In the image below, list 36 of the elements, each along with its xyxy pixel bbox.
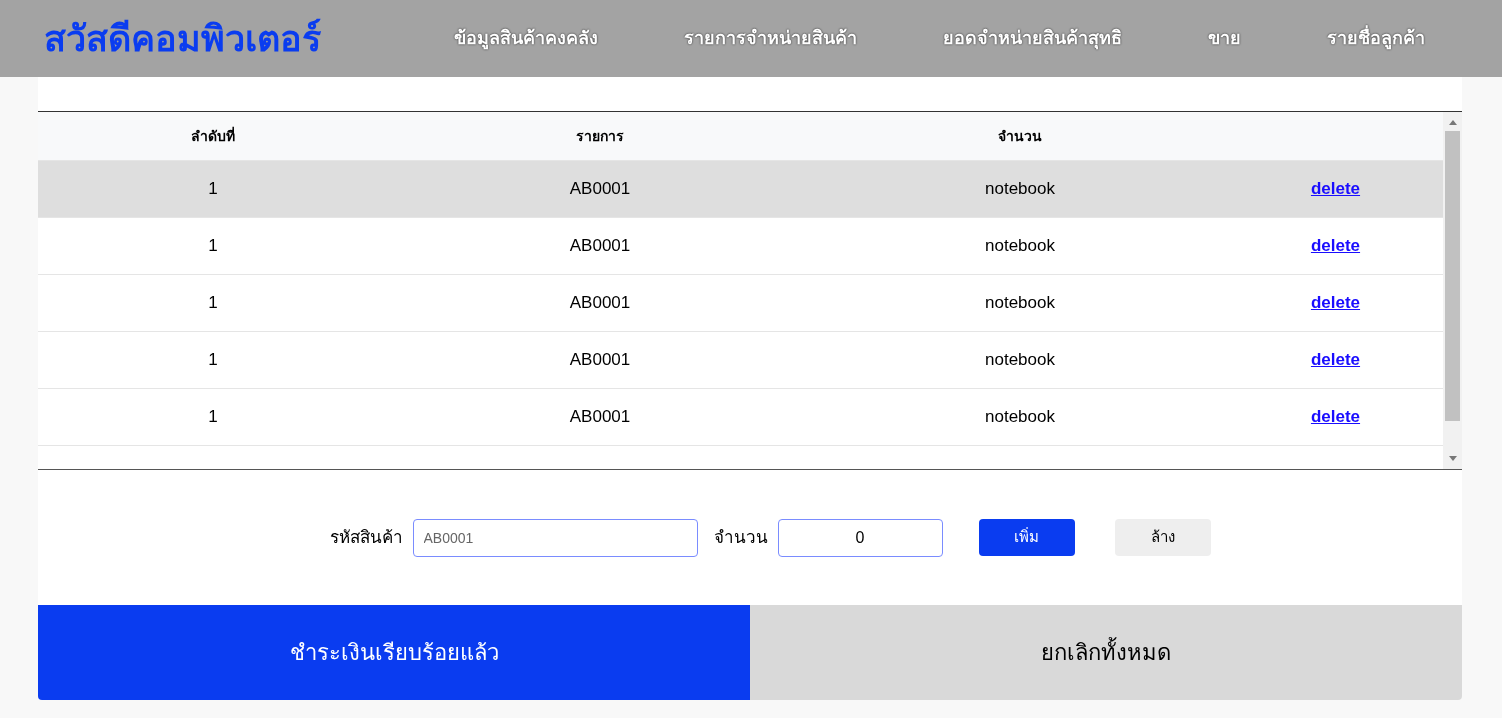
table-cell-text: AB0001 bbox=[568, 406, 632, 429]
table-cell-text: 1 bbox=[207, 235, 219, 258]
scrollbar[interactable] bbox=[1443, 112, 1462, 469]
quantity-label: จำนวน bbox=[713, 526, 768, 549]
column-header: จำนวน bbox=[997, 126, 1043, 146]
delete-link[interactable]: delete bbox=[1310, 293, 1361, 313]
table-cell-text: notebook bbox=[984, 349, 1056, 372]
table-cell-text: notebook bbox=[984, 235, 1056, 258]
table-cell-text: 1 bbox=[207, 178, 219, 201]
table-cell-text: AB0001 bbox=[568, 292, 632, 315]
table-cell-text: notebook bbox=[984, 292, 1056, 315]
scroll-up-icon[interactable] bbox=[1448, 120, 1457, 125]
product-code-field[interactable]: AB0001 bbox=[412, 518, 698, 557]
table-cell-text: 1 bbox=[207, 349, 219, 372]
table-row[interactable]: 1 AB0001 notebook delete bbox=[38, 161, 1443, 218]
add-button[interactable]: เพิ่ม bbox=[978, 519, 1075, 556]
pay-button[interactable]: ชำระเงินเรียบร้อยแล้ว bbox=[38, 605, 750, 700]
scrollbar-thumb[interactable] bbox=[1445, 131, 1460, 421]
table-cell-text: AB0001 bbox=[568, 235, 632, 258]
cancel-all-button[interactable]: ยกเลิกทั้งหมด bbox=[750, 605, 1462, 700]
clear-button[interactable]: ล้าง bbox=[1114, 519, 1211, 556]
column-header: รายการ bbox=[575, 126, 625, 146]
table-cell-text: 1 bbox=[207, 406, 219, 429]
table-cell-text: notebook bbox=[984, 178, 1056, 201]
column-header: ลำดับที่ bbox=[190, 125, 236, 146]
table-cell-text: AB0001 bbox=[568, 178, 632, 201]
table-cell-text: AB0001 bbox=[568, 349, 632, 372]
delete-link[interactable]: delete bbox=[1310, 236, 1361, 256]
delete-link[interactable]: delete bbox=[1310, 350, 1361, 370]
table-cell-text: 1 bbox=[207, 292, 219, 315]
quantity-field[interactable]: 0 bbox=[777, 518, 943, 557]
delete-link[interactable]: delete bbox=[1310, 407, 1361, 427]
scroll-down-icon[interactable] bbox=[1448, 456, 1457, 461]
code-label: รหัสสินค้า bbox=[329, 526, 403, 549]
delete-link[interactable]: delete bbox=[1310, 179, 1361, 199]
table-cell-text: notebook bbox=[984, 406, 1056, 429]
